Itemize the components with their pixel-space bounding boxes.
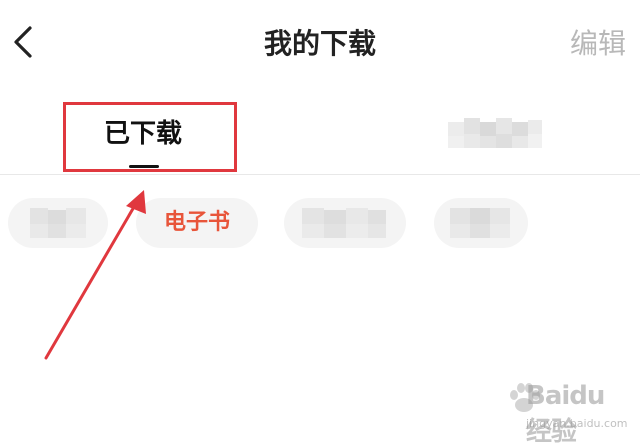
tab-obscured[interactable] <box>448 118 542 150</box>
tab-downloaded[interactable]: 已下载 <box>63 102 237 172</box>
active-tab-indicator <box>129 165 159 168</box>
tab-divider <box>0 174 640 175</box>
filter-chip-obscured-2[interactable] <box>284 198 406 248</box>
watermark-brand: Baidu经验 <box>526 381 605 447</box>
filter-chip-ebook[interactable]: 电子书 <box>136 198 258 248</box>
my-downloads-screen: 我的下载 编辑 已下载 电子书 Baidu经验 jingyan.baidu.co… <box>0 0 640 447</box>
tab-downloaded-label: 已下载 <box>103 119 182 149</box>
baidu-watermark: Baidu经验 jingyan.baidu.com <box>504 369 628 447</box>
edit-button[interactable]: 编辑 <box>570 24 626 64</box>
page-title: 我的下载 <box>263 27 376 60</box>
filter-chip-obscured-1[interactable] <box>8 198 108 248</box>
watermark-url: jingyan.baidu.com <box>526 417 628 430</box>
filter-chip-ebook-label: 电子书 <box>163 210 230 235</box>
filter-chip-obscured-3[interactable] <box>434 198 528 248</box>
